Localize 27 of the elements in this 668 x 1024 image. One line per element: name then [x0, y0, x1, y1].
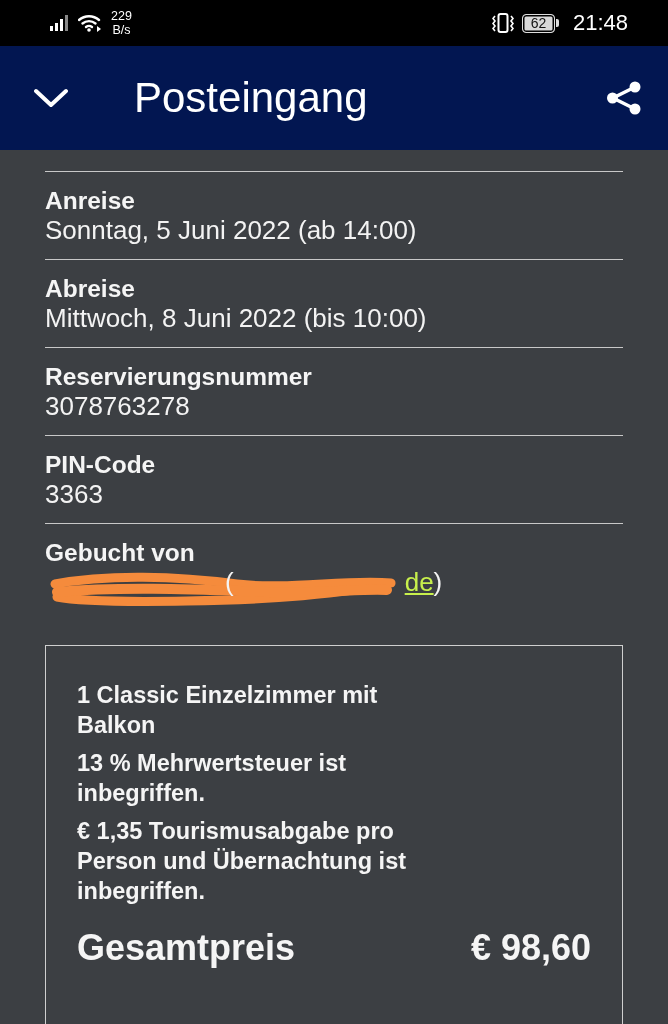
detail-label: Gebucht von [45, 539, 195, 567]
total-price: € 98,60 [470, 927, 591, 969]
detail-label: Abreise [45, 275, 135, 303]
clock-time: 21:48 [572, 10, 628, 36]
parenthesis-text: ) [433, 567, 443, 597]
price-note: € 1,35 Tourismusabgabe pro Person und Übernachtung ist inbegriffen. [77, 817, 408, 906]
share-button[interactable] [606, 81, 642, 115]
vibrate-icon [491, 13, 514, 33]
detail-label: Anreise [45, 187, 135, 215]
network-speed-text: 229 [111, 9, 132, 23]
total-label: Gesamtpreis [77, 927, 296, 969]
detail-label: PIN-Code [45, 451, 156, 479]
chevron-down-icon [34, 88, 68, 108]
detail-label: Reservierungsnummer [45, 363, 312, 391]
detail-value: 3363 [45, 479, 103, 509]
collapse-button[interactable] [34, 88, 68, 108]
detail-value: Mittwoch, 8 Juni 2022 (bis 10:00) [45, 303, 427, 333]
price-note: 1 Classic Einzelzimmer mit Balkon [77, 681, 379, 740]
screen-title: Posteingang [134, 73, 368, 123]
detail-value: Sonntag, 5 Juni 2022 (ab 14:00) [45, 215, 417, 245]
email-link[interactable]: de [404, 567, 434, 597]
wifi-icon [78, 14, 102, 32]
network-speed-text: B/s [112, 23, 131, 37]
signal-icon [50, 15, 70, 31]
detail-value: 3078763278 [45, 391, 190, 421]
price-note: 13 % Mehrwertsteuer ist inbegriffen. [77, 749, 348, 808]
share-icon [606, 81, 642, 115]
